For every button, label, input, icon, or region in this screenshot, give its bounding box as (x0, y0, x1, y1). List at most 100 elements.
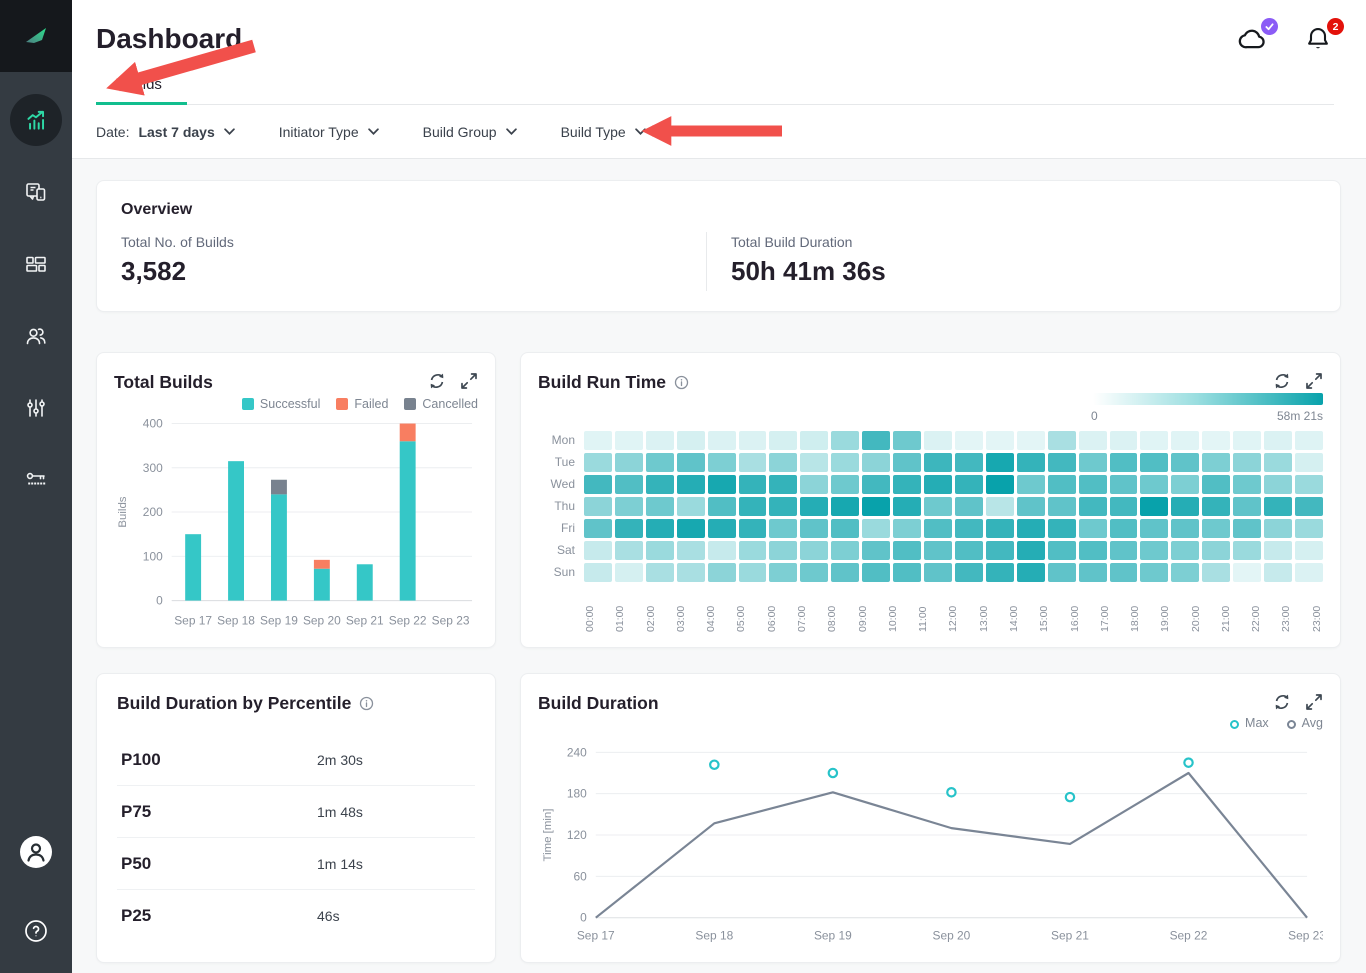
heatmap-cell[interactable] (1171, 497, 1199, 516)
heatmap-cell[interactable] (739, 497, 767, 516)
heatmap-cell[interactable] (1110, 541, 1138, 560)
heatmap-cell[interactable] (1048, 475, 1076, 494)
sidebar-item-settings[interactable] (24, 396, 48, 420)
heatmap-cell[interactable] (955, 519, 983, 538)
heatmap-cell[interactable] (646, 475, 674, 494)
heatmap-cell[interactable] (1110, 453, 1138, 472)
heatmap-cell[interactable] (893, 541, 921, 560)
expand-icon[interactable] (1305, 693, 1323, 711)
heatmap-cell[interactable] (986, 497, 1014, 516)
heatmap-cell[interactable] (1017, 431, 1045, 450)
heatmap-cell[interactable] (1171, 475, 1199, 494)
sidebar-item-apps[interactable] (24, 180, 48, 204)
heatmap-cell[interactable] (1079, 541, 1107, 560)
heatmap-cell[interactable] (893, 475, 921, 494)
filter-build-type[interactable]: Build Type (561, 124, 646, 140)
heatmap-cell[interactable] (1171, 541, 1199, 560)
heatmap-cell[interactable] (615, 563, 643, 582)
heatmap-cell[interactable] (831, 563, 859, 582)
heatmap-cell[interactable] (1079, 519, 1107, 538)
heatmap-cell[interactable] (893, 453, 921, 472)
heatmap-cell[interactable] (893, 497, 921, 516)
heatmap-cell[interactable] (1202, 497, 1230, 516)
heatmap-cell[interactable] (831, 453, 859, 472)
heatmap-cell[interactable] (615, 497, 643, 516)
heatmap-cell[interactable] (1202, 541, 1230, 560)
sidebar-item-api-keys[interactable] (24, 468, 48, 492)
heatmap-cell[interactable] (769, 431, 797, 450)
heatmap-cell[interactable] (1017, 475, 1045, 494)
heatmap-cell[interactable] (986, 563, 1014, 582)
heatmap-cell[interactable] (893, 519, 921, 538)
heatmap-cell[interactable] (831, 541, 859, 560)
heatmap-cell[interactable] (769, 519, 797, 538)
heatmap-cell[interactable] (769, 563, 797, 582)
heatmap-cell[interactable] (677, 431, 705, 450)
heatmap-cell[interactable] (1140, 519, 1168, 538)
heatmap-cell[interactable] (955, 431, 983, 450)
heatmap-cell[interactable] (739, 541, 767, 560)
heatmap-cell[interactable] (584, 541, 612, 560)
heatmap-cell[interactable] (1079, 453, 1107, 472)
sidebar-item-dashboards[interactable] (24, 252, 48, 276)
heatmap-cell[interactable] (739, 519, 767, 538)
heatmap-cell[interactable] (708, 563, 736, 582)
sidebar-item-users[interactable] (24, 324, 48, 348)
heatmap-cell[interactable] (831, 497, 859, 516)
heatmap-cell[interactable] (677, 475, 705, 494)
heatmap-cell[interactable] (1110, 519, 1138, 538)
expand-icon[interactable] (1305, 372, 1323, 390)
heatmap-cell[interactable] (615, 453, 643, 472)
notifications-button[interactable]: 2 (1304, 24, 1336, 54)
heatmap-cell[interactable] (862, 541, 890, 560)
heatmap-cell[interactable] (862, 431, 890, 450)
heatmap-cell[interactable] (924, 453, 952, 472)
heatmap-cell[interactable] (1171, 431, 1199, 450)
heatmap-cell[interactable] (1264, 475, 1292, 494)
heatmap-cell[interactable] (1048, 519, 1076, 538)
refresh-icon[interactable] (428, 372, 446, 390)
heatmap-cell[interactable] (1202, 563, 1230, 582)
heatmap-cell[interactable] (1264, 563, 1292, 582)
heatmap-cell[interactable] (1295, 497, 1323, 516)
help-button[interactable] (24, 919, 48, 948)
heatmap-cell[interactable] (584, 453, 612, 472)
info-icon[interactable] (359, 696, 374, 711)
heatmap-cell[interactable] (769, 475, 797, 494)
heatmap-cell[interactable] (1140, 563, 1168, 582)
heatmap-cell[interactable] (584, 475, 612, 494)
heatmap-cell[interactable] (862, 563, 890, 582)
filter-build-group[interactable]: Build Group (423, 124, 517, 140)
heatmap-cell[interactable] (1017, 541, 1045, 560)
heatmap-cell[interactable] (800, 497, 828, 516)
heatmap-cell[interactable] (1233, 475, 1261, 494)
heatmap-cell[interactable] (1140, 453, 1168, 472)
heatmap-cell[interactable] (800, 453, 828, 472)
heatmap-cell[interactable] (677, 563, 705, 582)
heatmap-cell[interactable] (1140, 497, 1168, 516)
heatmap-cell[interactable] (1264, 453, 1292, 472)
heatmap-cell[interactable] (1110, 475, 1138, 494)
heatmap-cell[interactable] (955, 453, 983, 472)
heatmap-cell[interactable] (1079, 497, 1107, 516)
heatmap-cell[interactable] (1110, 563, 1138, 582)
heatmap-cell[interactable] (615, 431, 643, 450)
heatmap-cell[interactable] (1264, 541, 1292, 560)
heatmap-cell[interactable] (1295, 541, 1323, 560)
heatmap-cell[interactable] (1079, 563, 1107, 582)
heatmap-cell[interactable] (1017, 453, 1045, 472)
heatmap-cell[interactable] (1017, 519, 1045, 538)
heatmap-cell[interactable] (986, 475, 1014, 494)
heatmap-cell[interactable] (955, 497, 983, 516)
heatmap-cell[interactable] (1079, 475, 1107, 494)
heatmap-cell[interactable] (1295, 475, 1323, 494)
heatmap-cell[interactable] (1140, 541, 1168, 560)
heatmap-cell[interactable] (955, 541, 983, 560)
account-avatar[interactable] (19, 835, 53, 874)
heatmap-cell[interactable] (1140, 475, 1168, 494)
heatmap-cell[interactable] (1110, 497, 1138, 516)
heatmap-cell[interactable] (986, 541, 1014, 560)
heatmap-cell[interactable] (1017, 563, 1045, 582)
heatmap-cell[interactable] (584, 497, 612, 516)
heatmap-cell[interactable] (1140, 431, 1168, 450)
